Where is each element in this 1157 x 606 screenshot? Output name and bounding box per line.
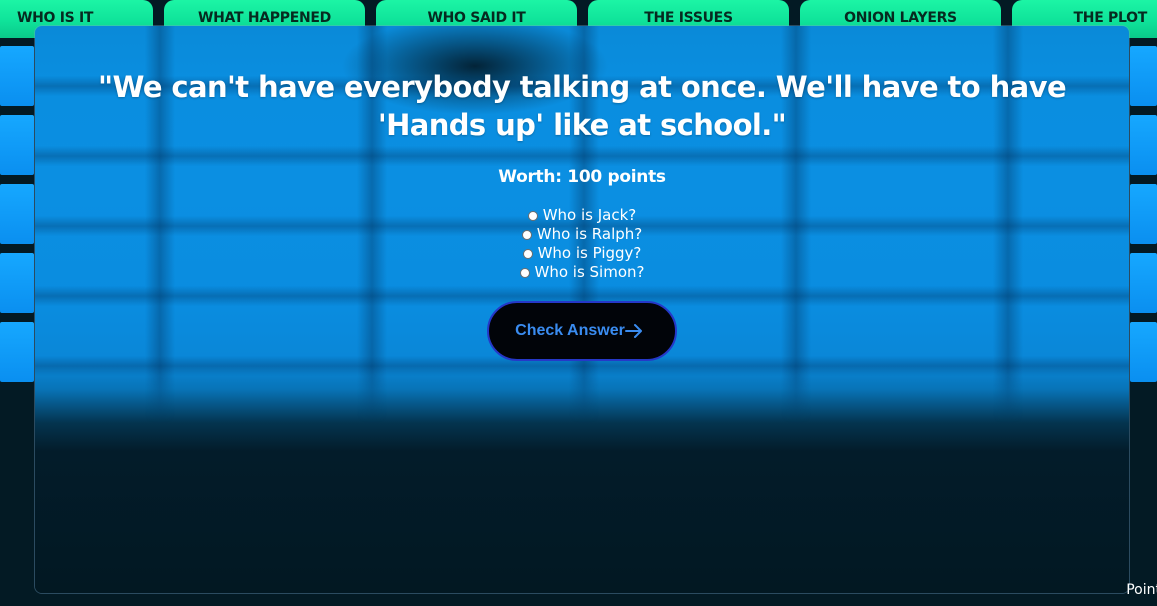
answer-option-label[interactable]: Who is Ralph?: [537, 225, 642, 244]
question-text: "We can't have everybody talking at once…: [97, 70, 1067, 142]
answer-option-label[interactable]: Who is Jack?: [543, 206, 637, 225]
question-worth: Worth: 100 points: [498, 167, 666, 187]
check-answer-label: Check Answer: [515, 322, 625, 339]
board-tile[interactable]: [1130, 253, 1157, 313]
board-tile[interactable]: [0, 115, 34, 175]
answer-option-label[interactable]: Who is Piggy?: [538, 244, 642, 263]
answer-option[interactable]: Who is Simon?: [35, 263, 1129, 282]
jeopardy-stage: WHO IS IT WHAT HAPPENED WHO SAID IT THE …: [0, 0, 1157, 606]
radio-button[interactable]: [519, 267, 530, 278]
board-tile[interactable]: [0, 184, 34, 244]
radio-button[interactable]: [521, 229, 532, 240]
modal-content: "We can't have everybody talking at once…: [35, 26, 1129, 593]
answer-options: Who is Jack? Who is Ralph? Who is Piggy?…: [35, 206, 1129, 282]
board-tile[interactable]: [0, 253, 34, 313]
answer-option-label[interactable]: Who is Simon?: [535, 263, 645, 282]
check-answer-button[interactable]: Check Answer: [487, 301, 677, 361]
board-tile[interactable]: [0, 322, 34, 382]
answer-option[interactable]: Who is Ralph?: [35, 225, 1129, 244]
radio-button[interactable]: [522, 248, 533, 259]
arrow-right-icon: [624, 323, 643, 344]
radio-button[interactable]: [527, 210, 538, 221]
board-tile[interactable]: [1130, 322, 1157, 382]
points-label: Point: [1126, 582, 1157, 598]
board-tile[interactable]: [0, 46, 34, 106]
question-modal: "We can't have everybody talking at once…: [34, 25, 1130, 594]
board-tile[interactable]: [1130, 184, 1157, 244]
board-tile[interactable]: [1130, 46, 1157, 106]
board-tile[interactable]: [1130, 115, 1157, 175]
answer-option[interactable]: Who is Piggy?: [35, 244, 1129, 263]
answer-option[interactable]: Who is Jack?: [35, 206, 1129, 225]
